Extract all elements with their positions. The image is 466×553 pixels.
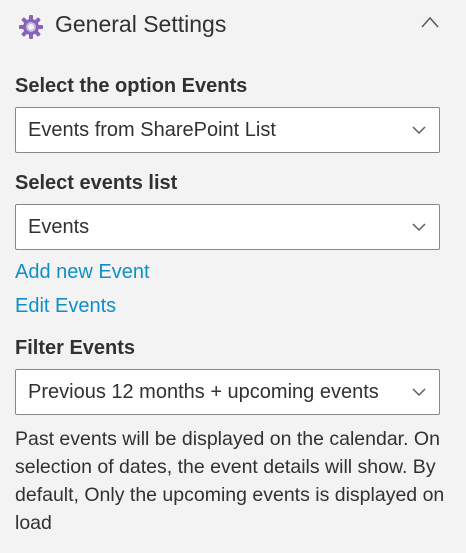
events-list-value: Events xyxy=(28,216,90,238)
general-settings-header[interactable]: General Settings xyxy=(0,0,466,54)
general-settings-title: General Settings xyxy=(55,11,227,37)
chevron-down-icon xyxy=(412,223,426,232)
settings-panel: General Settings Select the option Event… xyxy=(0,0,466,553)
filter-events-dropdown[interactable]: Previous 12 months + upcoming events xyxy=(15,369,440,415)
gear-icon xyxy=(19,15,43,39)
events-list-label: Select events list xyxy=(15,172,178,194)
event-option-label: Select the option Events xyxy=(15,75,248,97)
events-list-dropdown[interactable]: Events xyxy=(15,204,440,250)
chevron-down-icon xyxy=(412,388,426,397)
add-new-event-link[interactable]: Add new Event xyxy=(15,261,150,284)
filter-events-value: Previous 12 months + upcoming events xyxy=(28,381,379,403)
filter-help-text: Past events will be displayed on the cal… xyxy=(15,428,445,534)
edit-events-link[interactable]: Edit Events xyxy=(15,295,116,318)
filter-events-label: Filter Events xyxy=(15,337,136,359)
chevron-up-icon[interactable] xyxy=(420,15,440,29)
event-option-dropdown[interactable]: Events from SharePoint List xyxy=(15,107,440,153)
chevron-down-icon xyxy=(412,126,426,135)
event-option-value: Events from SharePoint List xyxy=(28,119,276,141)
